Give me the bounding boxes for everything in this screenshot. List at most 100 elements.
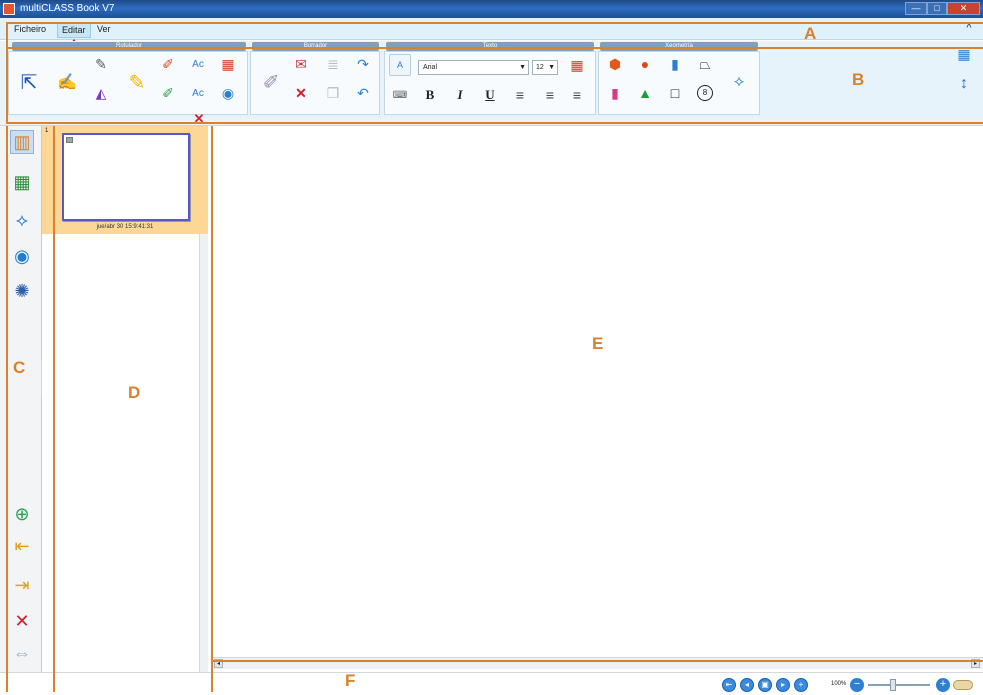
gallery-icon[interactable]: ▦ — [10, 170, 34, 194]
eraser-tool-icon[interactable]: ✐ — [254, 55, 288, 109]
previous-page-icon[interactable]: ◂ — [740, 678, 754, 692]
zoom-in-icon[interactable]: + — [936, 678, 950, 692]
trapezoid-icon[interactable]: ⏢ — [694, 53, 716, 75]
highlighter-icon[interactable]: ✎ — [90, 53, 112, 75]
window-title: multiCLASS Book V7 — [20, 3, 115, 14]
cube-icon[interactable]: ⬢ — [604, 53, 626, 75]
annotation-line — [6, 22, 983, 24]
undo-icon[interactable]: ↶ — [352, 82, 374, 104]
clear-page-icon[interactable]: ✉ — [290, 53, 312, 75]
minimize-button[interactable]: — — [905, 2, 927, 15]
next-page-icon[interactable]: ▸ — [776, 678, 790, 692]
menu-ficheiro[interactable]: Ficheiro — [10, 22, 50, 36]
annotation-label-f: F — [345, 671, 356, 690]
google-search-icon[interactable]: ✺ — [10, 279, 34, 303]
page-thumbnail[interactable] — [62, 133, 190, 221]
annotation-label-b: B — [852, 70, 865, 89]
page-view-icon[interactable]: ▣ — [758, 678, 772, 692]
font-size-select[interactable]: 12 ▼ — [532, 60, 558, 75]
insert-page-after-icon[interactable]: ⇥ — [10, 573, 34, 597]
font-family-value: Arial — [423, 64, 438, 71]
align-right-icon[interactable]: ≡ — [566, 84, 588, 106]
title-bar: multiCLASS Book V7 — □ ✕ — [0, 0, 983, 18]
page-list-item[interactable]: 1 jue/abr 30 15:9:41:31 — [42, 126, 208, 234]
annotation-label-d: D — [128, 383, 141, 402]
italic-button[interactable]: I — [449, 84, 471, 106]
annotation-line — [211, 660, 983, 662]
chevron-down-icon: ▼ — [548, 64, 555, 71]
annotation-line — [211, 126, 213, 692]
zoom-slider-track[interactable] — [868, 684, 930, 686]
page-mini-icon — [66, 137, 73, 143]
maximize-button[interactable]: □ — [927, 2, 947, 15]
app-icon — [3, 3, 15, 15]
annotation-line — [6, 47, 983, 49]
zoom-level: 100% — [831, 681, 847, 687]
font-size-value: 12 — [536, 64, 544, 71]
pen-tool-icon[interactable]: ✍ — [50, 55, 84, 109]
square-icon[interactable]: □ — [664, 82, 686, 104]
cone-icon[interactable]: ▲ — [634, 82, 656, 104]
pages-panel: 1 jue/abr 30 15:9:41:31 — [42, 126, 208, 672]
layout-panel-icon[interactable]: ▦ — [954, 46, 974, 66]
compass-tool-icon[interactable]: ⟡ — [722, 55, 756, 109]
pages-scrollbar[interactable] — [199, 234, 208, 672]
underline-button[interactable]: U — [479, 84, 501, 106]
text-pen-icon[interactable]: Ac — [187, 53, 209, 75]
redo-icon[interactable]: ↷ — [352, 53, 374, 75]
close-button[interactable]: ✕ — [947, 2, 980, 15]
collapse-ribbon-button[interactable]: ^ — [962, 22, 976, 36]
annotation-line — [6, 126, 8, 692]
internet-icon[interactable]: ◉ — [10, 244, 34, 268]
bold-button[interactable]: B — [419, 84, 441, 106]
fit-width-icon[interactable] — [953, 680, 973, 690]
menu-ver[interactable]: Ver — [93, 22, 115, 36]
delete-icon[interactable]: ✕ — [290, 82, 312, 104]
add-page-nav-icon[interactable]: + — [794, 678, 808, 692]
insert-page-before-icon[interactable]: ⇤ — [10, 534, 34, 558]
pointer-tool-icon[interactable]: ⇱ — [12, 55, 46, 109]
cylinder-icon[interactable]: ▮ — [604, 82, 626, 104]
octagon-icon[interactable]: 8 — [694, 82, 716, 104]
shape-pen-icon[interactable]: ◭ — [90, 82, 112, 104]
page-date: jue/abr 30 15:9:41:31 — [96, 224, 154, 230]
annotation-line — [6, 122, 983, 124]
horizontal-scrollbar[interactable]: ◂ ▸ — [212, 657, 983, 669]
ribbon: Rotulador Borrador Texto Xeometría ⇱ ✍ ✎… — [0, 41, 983, 119]
annotation-label-c: C — [13, 358, 26, 377]
expand-width-icon[interactable]: ⇔ — [10, 641, 34, 665]
align-center-icon[interactable]: ≡ — [539, 84, 561, 106]
menu-editar[interactable]: Editar — [57, 22, 91, 44]
copy-icon[interactable]: ❐ — [322, 82, 344, 104]
text-pen-2-icon[interactable]: Ac — [187, 82, 209, 104]
keyboard-icon[interactable]: ⌨ — [389, 84, 411, 106]
pages-view-icon[interactable]: ▥ — [10, 130, 34, 154]
zoom-out-icon[interactable]: − — [850, 678, 864, 692]
zoom-slider-thumb[interactable] — [890, 679, 896, 691]
font-family-select[interactable]: Arial ▼ — [418, 60, 529, 75]
annotation-label-a: A — [804, 24, 817, 43]
annotation-line — [6, 22, 8, 123]
octagon-value: 8 — [697, 85, 713, 101]
color-brush-icon[interactable]: ✐ — [157, 82, 179, 104]
align-left-icon[interactable]: ≡ — [509, 84, 531, 106]
chevron-down-icon: ▼ — [519, 64, 526, 71]
delete-page-icon[interactable]: ✕ — [10, 609, 34, 633]
resize-vertical-icon[interactable]: ↕ — [957, 75, 971, 101]
annotation-label-e: E — [592, 334, 604, 353]
tools-icon[interactable]: ⟡ — [10, 208, 34, 232]
brush-tool-icon[interactable]: ✐ — [157, 53, 179, 75]
page-number: 1 — [45, 128, 49, 134]
text-color-icon[interactable]: ▦ — [566, 54, 588, 76]
prism-icon[interactable]: ▮ — [664, 53, 686, 75]
list-icon[interactable]: ≣ — [322, 53, 344, 75]
marker-tool-icon[interactable]: ✎ — [120, 55, 154, 109]
drawing-canvas[interactable] — [214, 126, 983, 654]
add-page-icon[interactable]: ⊕ — [10, 502, 34, 526]
text-box-icon[interactable]: A — [389, 54, 411, 76]
sphere-icon[interactable]: ● — [634, 53, 656, 75]
first-page-icon[interactable]: ⇤ — [722, 678, 736, 692]
color-picker-icon[interactable]: ◉ — [217, 82, 239, 104]
color-palette-icon[interactable]: ▦ — [217, 53, 239, 75]
annotation-line — [53, 126, 55, 692]
